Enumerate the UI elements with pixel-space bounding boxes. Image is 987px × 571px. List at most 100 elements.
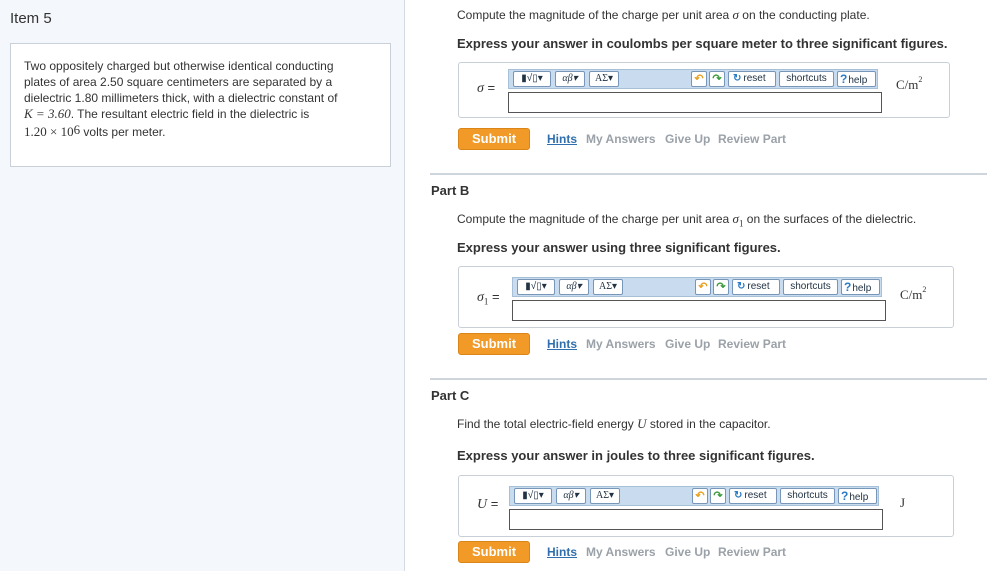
redo-icon[interactable]: ↷ <box>713 279 729 295</box>
problem-line-5-rest: volts per meter. <box>80 125 166 139</box>
help-button[interactable]: ?help <box>841 279 880 295</box>
part-c-answer-box: U = ▮√▯▾ αβ▾ ΑΣ▾ ↶ ↷ ↻ reset shortcuts ?h… <box>458 475 954 537</box>
part-b-my-answers-link[interactable]: My Answers <box>586 337 656 351</box>
reset-icon: ↻ <box>733 73 742 84</box>
part-a-prompt-text: Compute the magnitude of the charge per … <box>457 8 733 22</box>
part-b-equals: = <box>488 289 500 304</box>
help-label: help <box>849 492 869 503</box>
help-button[interactable]: ?help <box>838 488 877 504</box>
symbols-button[interactable]: ΑΣ▾ <box>590 488 620 504</box>
part-divider <box>430 378 987 380</box>
part-b-symbol: σ1 = <box>477 289 500 307</box>
undo-icon[interactable]: ↶ <box>695 279 711 295</box>
part-b-submit-button[interactable]: Submit <box>458 333 530 355</box>
part-a-answer-box: σ = ▮√▯▾ αβ▾ ΑΣ▾ ↶ ↷ ↻ reset shortcuts ?h… <box>458 62 950 118</box>
part-a-submit-button[interactable]: Submit <box>458 128 530 150</box>
part-c-symbol-var: U <box>477 497 488 512</box>
problem-panel: Item 5 Two oppositely charged but otherw… <box>0 0 405 571</box>
part-a-prompt-text-end: on the conducting plate. <box>738 8 870 22</box>
part-c-give-up-link[interactable]: Give Up <box>665 545 710 559</box>
part-c-instruction: Express your answer in joules to three s… <box>457 448 815 463</box>
help-button[interactable]: ?help <box>837 71 876 87</box>
greek-letters-button[interactable]: αβ▾ <box>555 71 585 87</box>
problem-line-4: K = 3.60. The resultant electric field i… <box>24 106 378 122</box>
part-a-equals: = <box>483 80 496 95</box>
redo-icon[interactable]: ↷ <box>709 71 725 87</box>
part-c-title: Part C <box>431 388 470 403</box>
part-a-my-answers-link[interactable]: My Answers <box>586 132 656 146</box>
redo-icon[interactable]: ↷ <box>710 488 726 504</box>
part-b-unit: C/m2 <box>900 285 927 303</box>
part-b-answer-input[interactable] <box>512 300 886 321</box>
part-c-equals: = <box>487 496 499 511</box>
symbols-button[interactable]: ΑΣ▾ <box>593 279 623 295</box>
part-a-review-part-link[interactable]: Review Part <box>718 132 786 146</box>
templates-button[interactable]: ▮√▯▾ <box>517 279 555 295</box>
part-b-unit-exp: 2 <box>922 285 927 294</box>
part-a-unit-exp: 2 <box>918 75 923 84</box>
shortcuts-button[interactable]: shortcuts <box>780 488 835 504</box>
part-divider <box>430 173 987 175</box>
problem-statement: Two oppositely charged but otherwise ide… <box>10 43 391 167</box>
problem-line-5: 1.20 × 106 volts per meter. <box>24 122 378 140</box>
templates-button[interactable]: ▮√▯▾ <box>514 488 552 504</box>
undo-icon[interactable]: ↶ <box>691 71 707 87</box>
problem-line-2: plates of area 2.50 square centimeters a… <box>24 75 333 89</box>
part-b-prompt-text: Compute the magnitude of the charge per … <box>457 212 733 226</box>
greek-letters-button[interactable]: αβ▾ <box>559 279 589 295</box>
part-b-prompt: Compute the magnitude of the charge per … <box>457 211 916 228</box>
dielectric-constant: K = 3.60 <box>24 106 71 121</box>
part-b-math-toolbar: ▮√▯▾ αβ▾ ΑΣ▾ ↶ ↷ ↻ reset shortcuts ?help <box>512 277 882 297</box>
field-exponent: 6 <box>73 122 81 137</box>
part-a-give-up-link[interactable]: Give Up <box>665 132 710 146</box>
problem-line-1: Two oppositely charged but otherwise ide… <box>24 59 334 73</box>
part-b-symbol-var: σ <box>477 290 484 305</box>
shortcuts-button[interactable]: shortcuts <box>779 71 834 87</box>
part-a-answer-input[interactable] <box>508 92 882 113</box>
reset-icon: ↻ <box>737 281 746 292</box>
part-c-symbol: U = <box>477 496 498 513</box>
reset-label: reset <box>747 281 770 292</box>
part-c-review-part-link[interactable]: Review Part <box>718 545 786 559</box>
part-c-hints-link[interactable]: Hints <box>547 545 577 559</box>
reset-label: reset <box>743 73 766 84</box>
part-b-hints-link[interactable]: Hints <box>547 337 577 351</box>
part-c-prompt-text: Find the total electric-field energy <box>457 417 638 431</box>
help-icon: ? <box>840 72 848 86</box>
part-b-title: Part B <box>431 183 470 198</box>
part-a-hints-link[interactable]: Hints <box>547 132 577 146</box>
reset-button[interactable]: ↻ reset <box>732 279 780 295</box>
part-b-review-part-link[interactable]: Review Part <box>718 337 786 351</box>
problem-line-4-rest: . The resultant electric field in the di… <box>70 107 310 121</box>
part-a-math-toolbar: ▮√▯▾ αβ▾ ΑΣ▾ ↶ ↷ ↻ reset shortcuts ?help <box>508 69 878 89</box>
part-a-unit-base: C/m <box>896 77 919 92</box>
part-a-prompt: Compute the magnitude of the charge per … <box>457 7 870 23</box>
part-b-answer-box: σ1 = ▮√▯▾ αβ▾ ΑΣ▾ ↶ ↷ ↻ reset shortcuts ?… <box>458 266 954 328</box>
reset-button[interactable]: ↻ reset <box>729 488 777 504</box>
part-b-unit-base: C/m <box>900 287 923 302</box>
part-c-submit-button[interactable]: Submit <box>458 541 530 563</box>
reset-button[interactable]: ↻ reset <box>728 71 776 87</box>
field-mantissa: 1.20 × 10 <box>24 124 74 139</box>
templates-button[interactable]: ▮√▯▾ <box>513 71 551 87</box>
help-label: help <box>852 283 872 294</box>
part-c-math-toolbar: ▮√▯▾ αβ▾ ΑΣ▾ ↶ ↷ ↻ reset shortcuts ?help <box>509 486 879 506</box>
help-icon: ? <box>844 280 852 294</box>
part-c-prompt: Find the total electric-field energy U s… <box>457 416 771 432</box>
symbols-button[interactable]: ΑΣ▾ <box>589 71 619 87</box>
part-b-prompt-text-end: on the surfaces of the dielectric. <box>743 212 917 226</box>
part-c-my-answers-link[interactable]: My Answers <box>586 545 656 559</box>
part-c-answer-input[interactable] <box>509 509 883 530</box>
greek-letters-button[interactable]: αβ▾ <box>556 488 586 504</box>
undo-icon[interactable]: ↶ <box>692 488 708 504</box>
shortcuts-button[interactable]: shortcuts <box>783 279 838 295</box>
part-c-unit: J <box>900 495 906 510</box>
help-icon: ? <box>841 489 849 503</box>
part-b-give-up-link[interactable]: Give Up <box>665 337 710 351</box>
reset-icon: ↻ <box>734 490 743 501</box>
problem-line-3: dielectric 1.80 millimeters thick, with … <box>24 91 338 105</box>
reset-label: reset <box>744 490 767 501</box>
part-a-instruction: Express your answer in coulombs per squa… <box>457 36 948 51</box>
part-b-instruction: Express your answer using three signific… <box>457 240 781 255</box>
part-a-unit: C/m2 <box>896 75 923 93</box>
